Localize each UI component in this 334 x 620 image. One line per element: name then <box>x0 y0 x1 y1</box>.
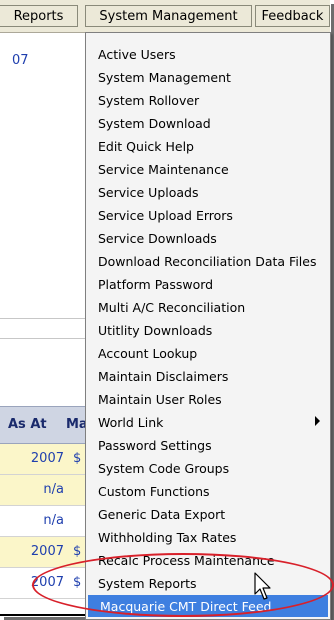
menu-item-label: Account Lookup <box>98 346 198 361</box>
menu-item-label: Maintain Disclaimers <box>98 369 229 384</box>
menu-item-edit-quick-help[interactable]: Edit Quick Help <box>86 135 330 157</box>
menu-item-system-rollover[interactable]: System Rollover <box>86 89 330 111</box>
menu-item-system-management[interactable]: System Management <box>86 66 330 88</box>
menu-item-password-settings[interactable]: Password Settings <box>86 434 330 456</box>
menu-item-label: Maintain User Roles <box>98 392 222 407</box>
cell-ma: $ <box>73 544 82 559</box>
menu-item-label: World Link <box>98 415 164 430</box>
mouse-cursor-icon <box>254 572 271 600</box>
menu-item-label: System Download <box>98 116 211 131</box>
menu-item-service-uploads[interactable]: Service Uploads <box>86 181 330 203</box>
menu-item-custom-functions[interactable]: Custom Functions <box>86 480 330 502</box>
table-header: As At Ma <box>0 406 88 444</box>
system-management-dropdown: Active Users System Management System Ro… <box>85 32 331 620</box>
submenu-arrow-icon <box>315 416 320 426</box>
menu-item-service-downloads[interactable]: Service Downloads <box>86 227 330 249</box>
table-row: n/a <box>0 475 86 506</box>
menu-item-label: Service Maintenance <box>98 162 229 177</box>
menu-item-label: Service Downloads <box>98 231 217 246</box>
menu-item-service-upload-errors[interactable]: Service Upload Errors <box>86 204 330 226</box>
menu-item-label: Active Users <box>98 47 176 62</box>
cell-as-at[interactable]: 2007 <box>31 451 64 466</box>
menu-item-label: Generic Data Export <box>98 507 226 522</box>
menu-item-label: Service Uploads <box>98 185 199 200</box>
menu-item-download-reconciliation-data-files[interactable]: Download Reconciliation Data Files <box>86 250 330 272</box>
menu-item-label: Download Reconciliation Data Files <box>98 254 317 269</box>
menu-item-multi-ac-reconciliation[interactable]: Multi A/C Reconciliation <box>86 296 330 318</box>
menu-item-label: System Rollover <box>98 93 200 108</box>
menu-item-label: Utitlity Downloads <box>98 323 213 338</box>
menu-item-generic-data-export[interactable]: Generic Data Export <box>86 503 330 525</box>
menu-item-maintain-user-roles[interactable]: Maintain User Roles <box>86 388 330 410</box>
menu-item-label: Service Upload Errors <box>98 208 233 223</box>
menu-reports[interactable]: Reports <box>0 5 78 27</box>
menu-item-label: Password Settings <box>98 438 212 453</box>
menu-system-management[interactable]: System Management <box>85 5 252 27</box>
menu-item-label: Multi A/C Reconciliation <box>98 300 246 315</box>
background-page: 07 As At Ma 2007 $ n/a n/a 2007 $ 2007 $ <box>0 33 88 616</box>
menu-item-world-link[interactable]: World Link <box>86 411 330 433</box>
menu-item-system-code-groups[interactable]: System Code Groups <box>86 457 330 479</box>
table-row: 2007 $ <box>0 444 86 475</box>
col-header-as-at: As At <box>8 417 47 432</box>
menu-item-system-download[interactable]: System Download <box>86 112 330 134</box>
menu-item-label: Custom Functions <box>98 484 210 499</box>
divider <box>0 318 86 319</box>
menu-item-platform-password[interactable]: Platform Password <box>86 273 330 295</box>
menu-item-maintain-disclaimers[interactable]: Maintain Disclaimers <box>86 365 330 387</box>
annotation-ellipse <box>32 553 334 617</box>
menu-item-service-maintenance[interactable]: Service Maintenance <box>86 158 330 180</box>
cell-as-at: n/a <box>43 482 64 497</box>
menu-item-label: Platform Password <box>98 277 214 292</box>
divider <box>0 338 86 339</box>
menu-item-active-users[interactable]: Active Users <box>86 43 330 65</box>
menu-item-withholding-tax-rates[interactable]: Withholding Tax Rates <box>86 526 330 548</box>
menu-item-label: System Code Groups <box>98 461 230 476</box>
menu-item-account-lookup[interactable]: Account Lookup <box>86 342 330 364</box>
menu-feedback[interactable]: Feedback <box>255 5 330 27</box>
menu-item-label: Edit Quick Help <box>98 139 194 154</box>
table-row: n/a <box>0 506 86 537</box>
cell-as-at[interactable]: 2007 <box>31 544 64 559</box>
cell-ma: $ <box>73 451 82 466</box>
partial-link[interactable]: 07 <box>12 53 29 68</box>
menu-item-utility-downloads[interactable]: Utitlity Downloads <box>86 319 330 341</box>
menu-bar: Reports System Management Feedback <box>0 0 330 33</box>
menu-item-label: System Management <box>98 70 231 85</box>
cell-as-at: n/a <box>43 513 64 528</box>
menu-item-label: Withholding Tax Rates <box>98 530 237 545</box>
